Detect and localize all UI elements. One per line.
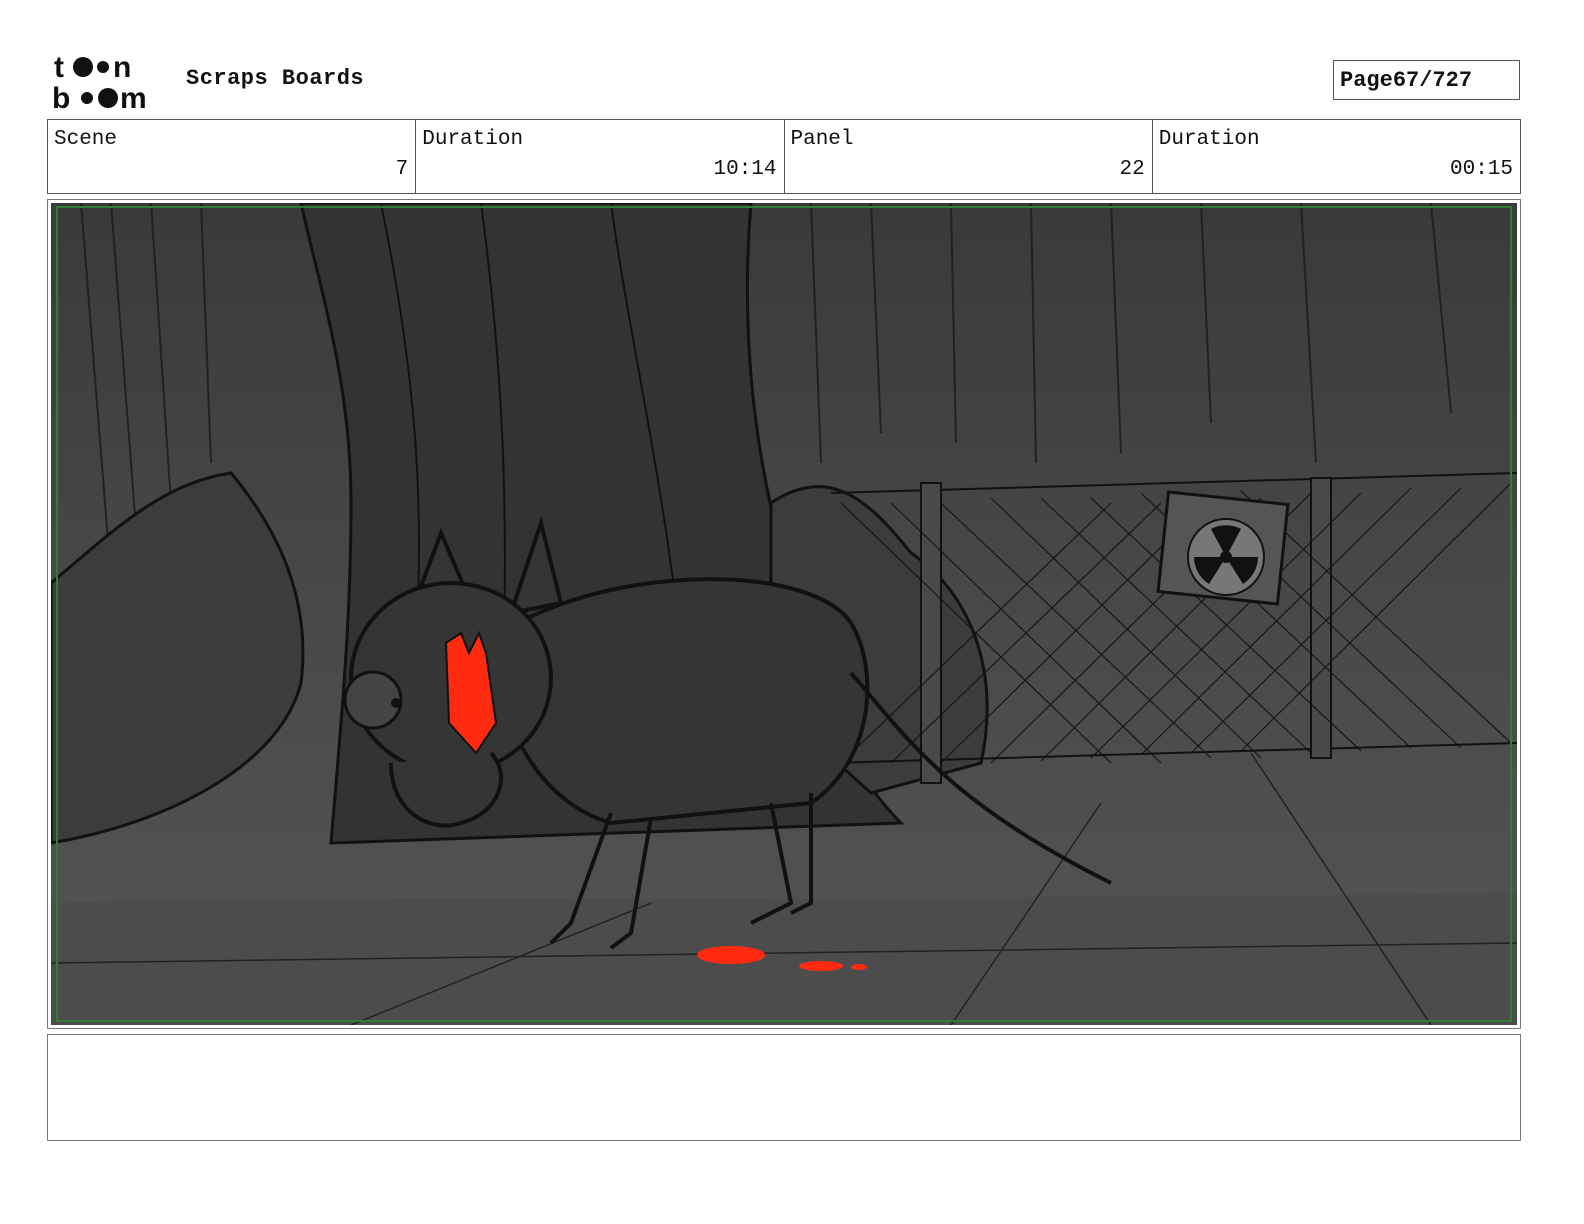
panel-duration-value: 00:15 [1449, 158, 1513, 181]
page-label: Page [1340, 67, 1393, 93]
scene-duration-label: Duration [422, 128, 524, 151]
page-number: 67/727 [1392, 67, 1473, 93]
scene-label: Scene [54, 128, 118, 151]
svg-text:n: n [113, 51, 131, 84]
scene-value: 7 [395, 158, 409, 181]
scene-duration-value: 10:14 [713, 158, 777, 181]
panel-cell: Panel 22 [785, 120, 1153, 193]
scene-duration-cell: Duration 10:14 [416, 120, 785, 193]
svg-text:m: m [120, 82, 147, 112]
panel-duration-label: Duration [1158, 128, 1260, 151]
toon-boom-logo: t n b m [52, 51, 147, 112]
storyboard-panel-image [51, 203, 1517, 1025]
panel-duration-cell: Duration 00:15 [1153, 120, 1520, 193]
project-title: Scraps Boards [186, 66, 365, 91]
page-indicator: Page 67/727 [1333, 60, 1520, 100]
panel-info-table: Scene 7 Duration 10:14 Panel 22 Duration… [47, 119, 1521, 194]
svg-text:b: b [52, 82, 70, 112]
scene-cell: Scene 7 [48, 120, 417, 193]
panel-notes [47, 1034, 1521, 1141]
svg-text:t: t [54, 51, 64, 84]
panel-label: Panel [790, 128, 854, 151]
panel-value: 22 [1119, 158, 1145, 181]
